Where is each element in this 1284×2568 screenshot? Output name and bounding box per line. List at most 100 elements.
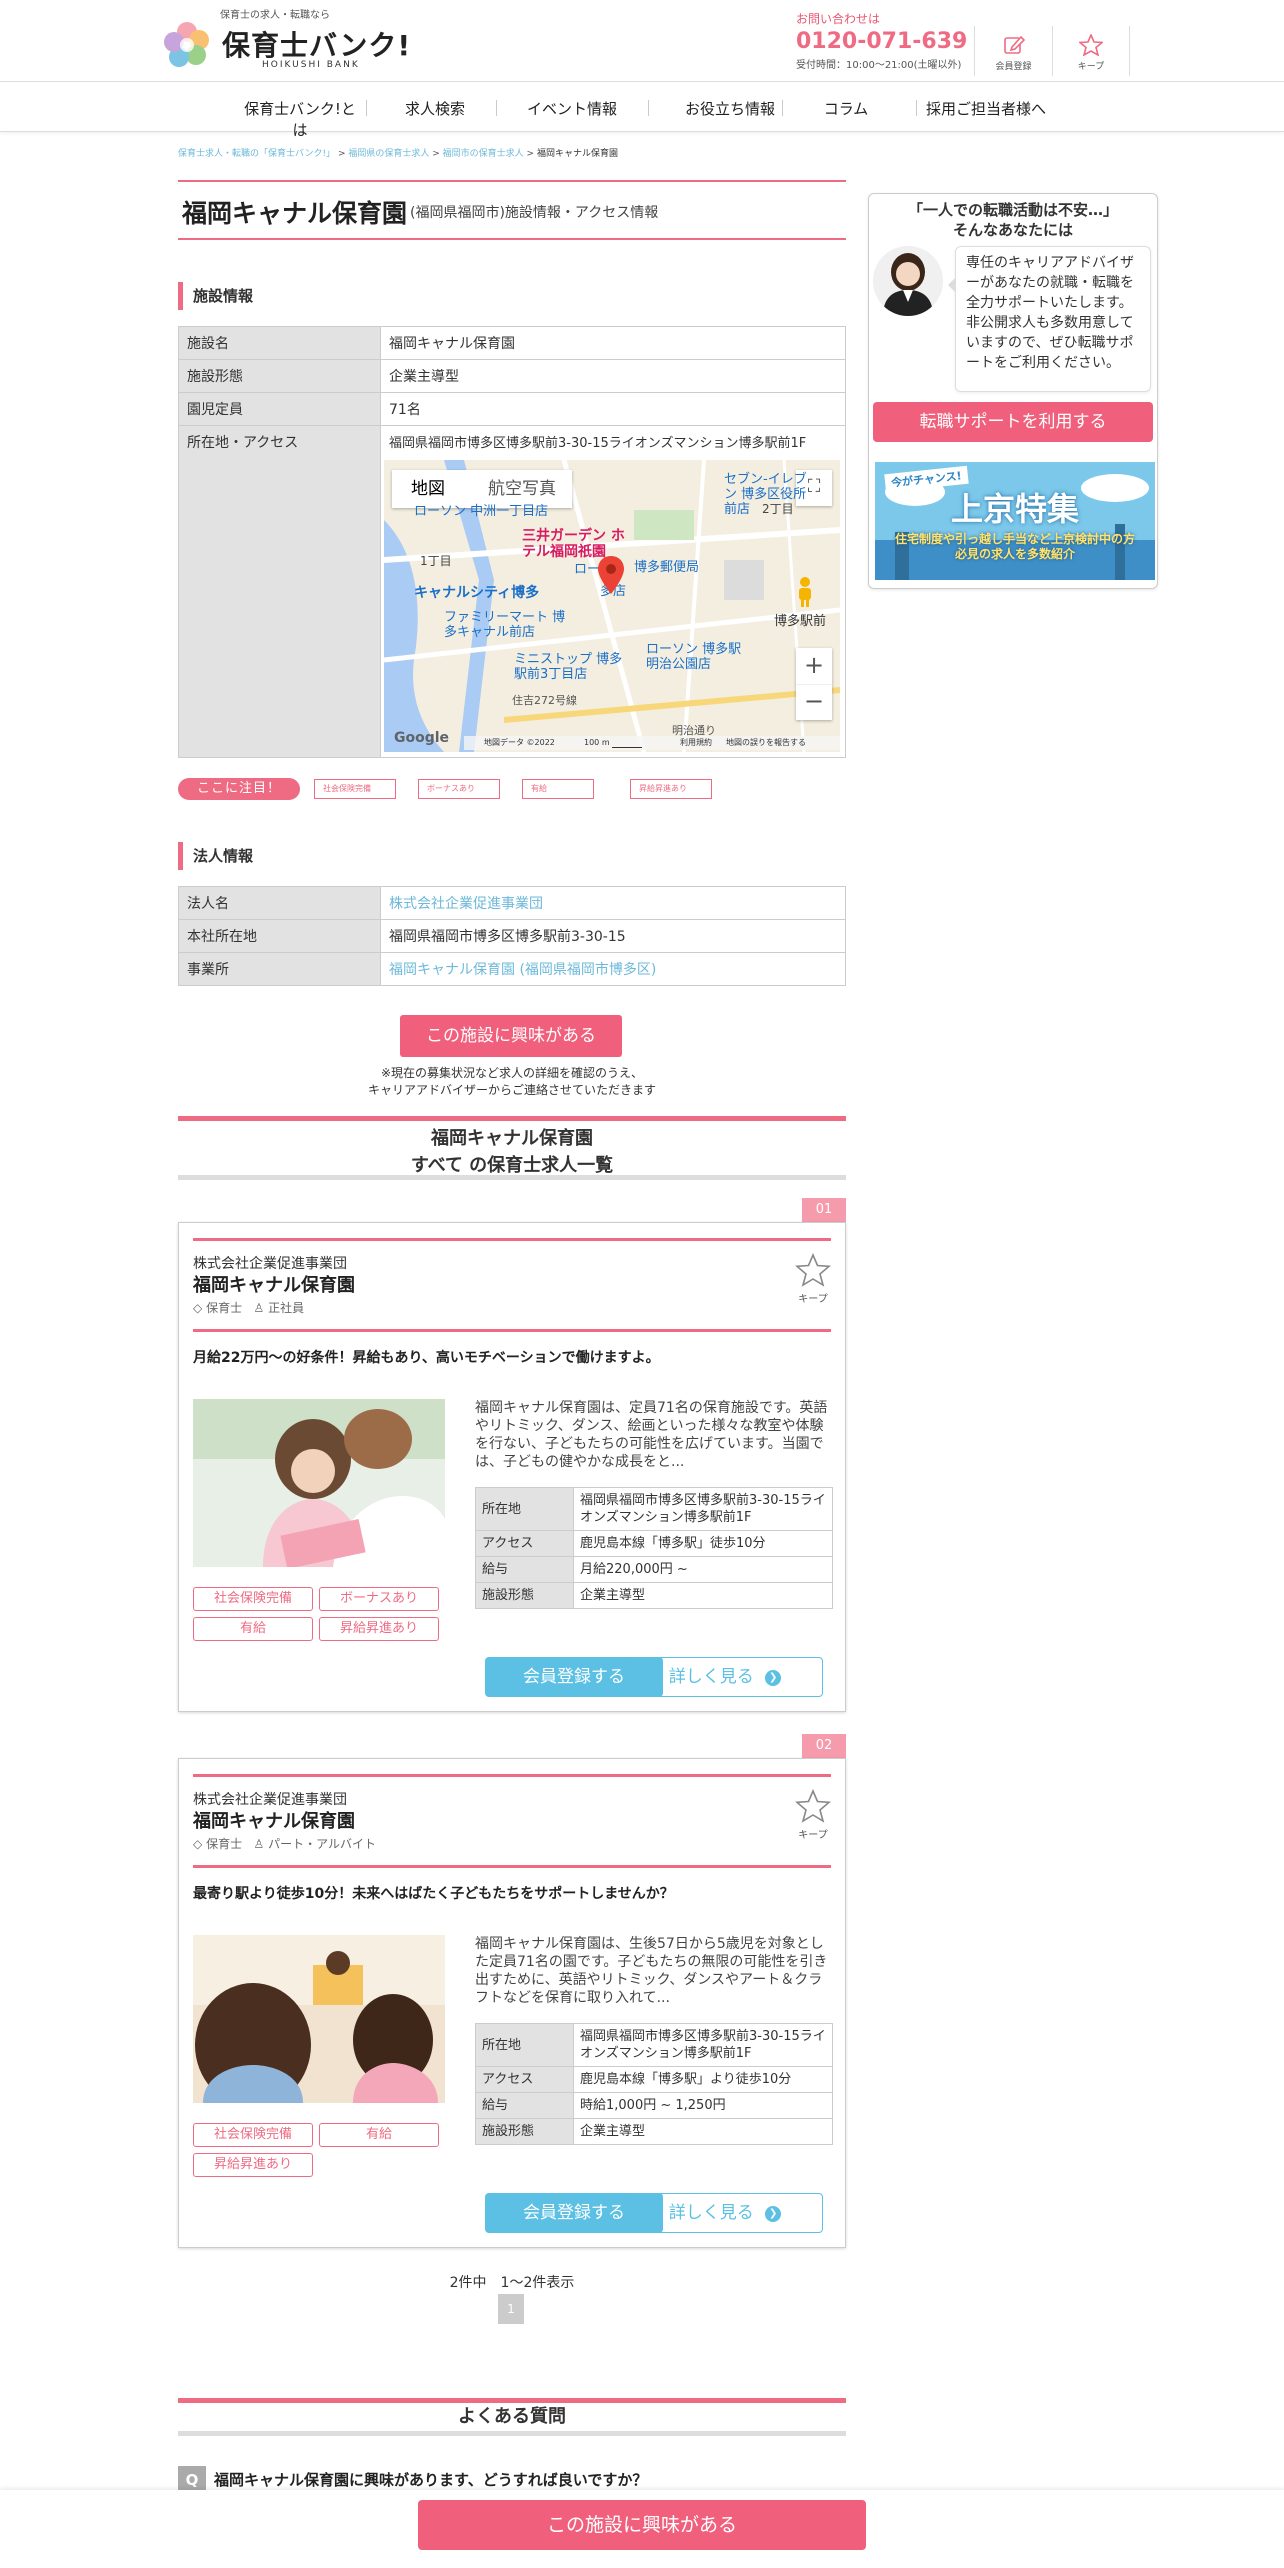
table-key: 所在地・アクセス	[178, 425, 381, 758]
table-row: 施設形態 企業主導型	[178, 359, 846, 393]
support-question: 「一人での転職活動は不安…」 そんなあなたには	[869, 200, 1157, 240]
contact-phone[interactable]: 0120-071-639	[796, 29, 967, 54]
nav-item-recruiters[interactable]: 採用ご担当者様へ	[924, 98, 1048, 119]
map-label: 博多駅前	[774, 614, 827, 629]
job-keep-label: キープ	[798, 1294, 828, 1305]
table-key: 法人名	[178, 886, 381, 920]
career-support-button[interactable]: 転職サポートを利用する	[873, 402, 1153, 442]
table-key: 施設形態	[475, 2118, 574, 2145]
table-value: 福岡県福岡市博多区博多駅前3-30-15ライオンズマンション博多駅前1F	[573, 1487, 833, 1531]
job-facility-name[interactable]: 福岡キャナル保育園	[193, 1271, 355, 1297]
job-tag: 社会保険完備	[193, 2123, 313, 2147]
job-tag: 昇給昇進あり	[319, 1617, 439, 1641]
breadcrumb-current: 福岡キャナル保育園	[536, 149, 618, 159]
job-tag: 社会保険完備	[193, 1587, 313, 1611]
table-value: 企業主導型	[573, 1582, 833, 1609]
keep-label: キープ	[1077, 62, 1105, 72]
sticky-interest-button[interactable]: この施設に興味がある	[418, 2500, 866, 2550]
map-label: 1丁目	[420, 554, 452, 568]
feature-tag: ボーナスあり	[418, 779, 500, 799]
job-meta: ◇ 保育士 ♙ 正社員	[193, 1299, 304, 1316]
feature-tag: 社会保険完備	[314, 779, 396, 799]
contact-block: お問い合わせは 0120-071-639 受付時間：10:00〜21:00(土曜…	[796, 10, 967, 71]
zoom-out-icon[interactable]: −	[796, 684, 832, 720]
logo-subtext: HOIKUSHI BANK	[262, 60, 360, 70]
zoom-in-icon[interactable]: +	[796, 648, 832, 684]
job-keep-button[interactable]: キープ	[793, 1788, 833, 1841]
table-row: 施設形態 企業主導型	[475, 1582, 833, 1609]
map-terms-link[interactable]: 利用規約	[680, 736, 712, 750]
map-pin-icon	[598, 556, 624, 594]
job-corp-name: 株式会社企業促進事業団	[193, 1256, 347, 1272]
nav-item-useful[interactable]: お役立ち情報	[660, 98, 800, 119]
table-row: 施設名 福岡キャナル保育園	[178, 326, 846, 360]
tokyo-feature-banner[interactable]: 今がチャンス! 上京特集 住宅制度や引っ越し手当など上京検討中の方必見の求人を多…	[875, 462, 1155, 580]
table-row: 施設形態 企業主導型	[475, 2118, 833, 2145]
map-report-link[interactable]: 地図の誤りを報告する	[726, 736, 806, 750]
nav-item-column[interactable]: コラム	[800, 98, 892, 119]
map-label: ローソン 博多駅 明治公園店	[646, 642, 742, 672]
job-tag: 昇給昇進あり	[193, 2153, 313, 2177]
corp-heading: 法人情報	[178, 842, 253, 870]
interest-button[interactable]: この施設に興味がある	[400, 1015, 622, 1057]
table-key: 園児定員	[178, 392, 381, 426]
job-description: 福岡キャナル保育園は、生後57日から5歳児を対象とした定員71名の園です。子ども…	[475, 1936, 828, 2006]
nav-item-search[interactable]: 求人検索	[380, 98, 490, 119]
zoom-control: + −	[796, 648, 832, 720]
pager-page-1[interactable]: 1	[498, 2294, 524, 2324]
nav-item-events[interactable]: イベント情報	[510, 98, 634, 119]
breadcrumb-link[interactable]: 保育士求人・転職の「保育士バンク!」	[178, 149, 335, 159]
details-button[interactable]: 詳しく見る ❯	[627, 1657, 823, 1697]
table-value: 月給220,000円 ~	[573, 1556, 833, 1583]
map-label: ファミリーマート 博多キャナル前店	[444, 610, 566, 640]
job-keep-button[interactable]: キープ	[793, 1252, 833, 1305]
page-subtitle: (福岡県福岡市)施設情報・アクセス情報	[410, 205, 659, 221]
advisor-avatar	[873, 246, 943, 316]
table-key: 所在地	[475, 1487, 574, 1531]
breadcrumb: 保育士求人・転職の「保育士バンク!」 > 福岡県の保育士求人 > 福岡市の保育士…	[178, 149, 618, 159]
corp-table: 法人名 株式会社企業促進事業団 本社所在地 福岡県福岡市博多区博多駅前3-30-15…	[178, 886, 846, 986]
table-value: 福岡県福岡市博多区博多駅前3-30-15ライオンズマンション博多駅前1F	[573, 2023, 833, 2067]
classroom-photo	[193, 1935, 445, 2103]
arrow-right-circle-icon: ❯	[765, 1670, 782, 1686]
map-label: 2丁目	[762, 502, 794, 516]
pegman-icon[interactable]	[796, 576, 814, 608]
keep-button[interactable]: キープ	[1052, 26, 1130, 76]
table-row: アクセス 鹿児島本線「博多駅」より徒歩10分	[475, 2066, 833, 2093]
job-list-title: 福岡キャナル保育園	[431, 1128, 593, 1149]
map-footer: 地図データ ©2022 100 m 利用規約 地図の誤りを報告する	[464, 736, 840, 750]
office-link[interactable]: 福岡キャナル保育園 (福岡県福岡市博多区)	[380, 952, 846, 986]
job-card: 株式会社企業促進事業団 福岡キャナル保育園 ◇ 保育士 ♙ パート・アルバイト …	[178, 1758, 846, 2248]
job-catchphrase: 月給22万円～の好条件！昇給もあり、高いモチベーションで働けますよ。	[193, 1350, 660, 1366]
table-key: 本社所在地	[178, 919, 381, 953]
member-register-button[interactable]: 会員登録	[974, 26, 1052, 76]
google-logo: Google	[394, 730, 450, 746]
job-type-icon: ♙	[253, 1837, 265, 1851]
job-role: 保育士	[206, 1301, 243, 1315]
nav-divider	[648, 100, 649, 116]
nav-item-about[interactable]: 保育士バンク!とは	[238, 98, 362, 140]
job-description: 福岡キャナル保育園は、定員71名の保育施設です。英語やリトミック、ダンス、絵画と…	[475, 1400, 828, 1470]
table-row: 所在地 福岡県福岡市博多区博多駅前3-30-15ライオンズマンション博多駅前1F	[475, 2023, 833, 2067]
job-role-icon: ◇	[193, 1301, 203, 1315]
job-card: 株式会社企業促進事業団 福岡キャナル保育園 ◇ 保育士 ♙ 正社員 キープ 月給…	[178, 1222, 846, 1712]
sticky-cta-bar: この施設に興味がある	[0, 2490, 1284, 2568]
banner-subtitle: 住宅制度や引っ越し手当など上京検討中の方必見の求人を多数紹介	[895, 532, 1136, 561]
breadcrumb-link[interactable]: 福岡市の保育士求人	[443, 149, 524, 159]
feature-tag: 有給	[522, 779, 594, 799]
site-header: 保育士の求人・転職なら 保育士バンク! HOIKUSHI BANK お問い合わせ…	[0, 0, 1284, 82]
table-value: 企業主導型	[380, 359, 846, 393]
breadcrumb-link[interactable]: 福岡県の保育士求人	[348, 149, 429, 159]
banner-title: 上京特集	[950, 490, 1079, 528]
corp-name-link[interactable]: 株式会社企業促進事業団	[380, 886, 846, 920]
details-button[interactable]: 詳しく見る ❯	[627, 2193, 823, 2233]
google-map[interactable]: 地図 航空写真 ⛶ セブン-イレブン 博多区役所前店 ローソン 中洲一丁目店 三…	[384, 460, 840, 752]
star-icon	[794, 1252, 832, 1287]
job-catchphrase: 最寄り駅より徒歩10分！未来へはばたく子どもたちをサポートしませんか？	[193, 1886, 674, 1902]
faq-question-text: 福岡キャナル保育園に興味があります、どうすれば良いですか？	[214, 2471, 648, 2489]
table-row: 給与 時給1,000円 ~ 1,250円	[475, 2092, 833, 2119]
table-key: 施設形態	[475, 1582, 574, 1609]
pencil-icon	[1003, 35, 1025, 54]
job-facility-name[interactable]: 福岡キャナル保育園	[193, 1807, 355, 1833]
table-key: 給与	[475, 2092, 574, 2119]
